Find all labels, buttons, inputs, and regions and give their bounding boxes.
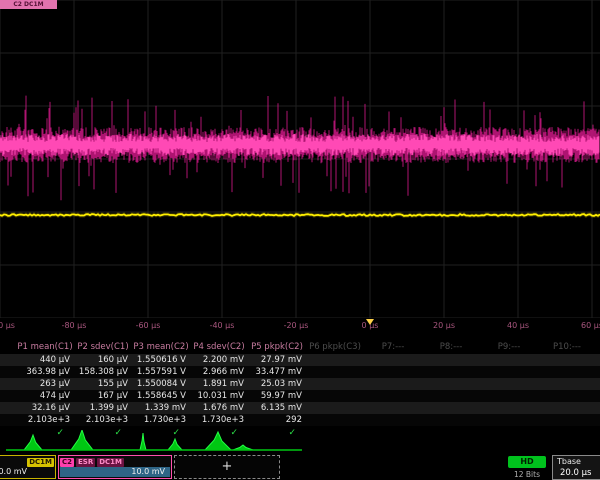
plus-icon: +	[222, 459, 233, 474]
measure-value-cell: 1.730e+3	[190, 414, 244, 426]
trace-label-badge[interactable]: C2 DC1M	[0, 0, 57, 9]
c1-scale-value: 10.0 mV	[0, 467, 27, 477]
time-axis: -100 µs-80 µs-60 µs-40 µs-20 µs0 µs20 µs…	[0, 318, 600, 334]
oscilloscope-screen: C2 DC1M -100 µs-80 µs-60 µs-40 µs-20 µs0…	[0, 0, 600, 480]
measure-header-cell[interactable]: P2 sdev(C1)	[74, 341, 132, 353]
measure-header-cell[interactable]: P1 mean(C1)	[16, 341, 74, 353]
add-trace-button[interactable]: +	[174, 455, 280, 479]
c2-descriptor-box[interactable]: C2 ESR DC1M 10.0 mV	[58, 455, 172, 479]
measure-value-cell: 167 µV	[74, 390, 128, 402]
grid-svg	[0, 0, 600, 318]
measure-header-cell[interactable]: P10:---	[538, 341, 596, 353]
measure-table: P1 mean(C1)P2 sdev(C1)P3 mean(C2)P4 sdev…	[0, 341, 600, 435]
timebase-box[interactable]: Tbase 20.0 µs	[552, 455, 600, 480]
measure-value-cell: 25.03 mV	[248, 378, 302, 390]
time-tick: -40 µs	[210, 321, 235, 330]
measure-value-cell: 1.730e+3	[132, 414, 186, 426]
measure-value-cell: 292	[248, 414, 302, 426]
measure-header-cell[interactable]: P9:---	[480, 341, 538, 353]
measure-header-cell[interactable]: P5 pkpk(C2)	[248, 341, 306, 353]
measure-value-cell: 2.966 mV	[190, 366, 244, 378]
measure-value-cell: 474 µV	[16, 390, 70, 402]
c2-scale-value: 10.0 mV	[60, 467, 170, 477]
measure-header-cell[interactable]: P4 sdev(C2)	[190, 341, 248, 353]
measure-value-cell: 263 µV	[16, 378, 70, 390]
measure-value-cell: 59.97 mV	[248, 390, 302, 402]
measure-value-cell: 1.557591 V	[132, 366, 186, 378]
c2-channel-badge: C2	[60, 458, 74, 467]
measure-value-cell: 1.550084 V	[132, 378, 186, 390]
time-tick: 20 µs	[433, 321, 455, 330]
measure-value-cell: 2.200 mV	[190, 354, 244, 366]
timebase-label: Tbase	[557, 457, 581, 466]
time-tick: -20 µs	[284, 321, 309, 330]
measure-value-cell: 27.97 mV	[248, 354, 302, 366]
measure-header-cell[interactable]: P6 pkpk(C3)	[306, 341, 364, 353]
measure-value-cell: 1.399 µV	[74, 402, 128, 414]
measure-value-cell: 32.16 µV	[16, 402, 70, 414]
descriptor-bar: DC1M 10.0 mV C2 ESR DC1M 10.0 mV + HD 12…	[0, 455, 600, 480]
histicon-svg	[0, 430, 600, 454]
measure-value-cell: 2.103e+3	[74, 414, 128, 426]
measure-value-cell: 440 µV	[16, 354, 70, 366]
measure-value-cell: 2.103e+3	[16, 414, 70, 426]
measure-value-cell: 158.308 µV	[74, 366, 128, 378]
measure-value-cell: 1.550616 V	[132, 354, 186, 366]
time-tick: 60 µs	[581, 321, 600, 330]
measure-header-cell[interactable]: P8:---	[422, 341, 480, 353]
c1-coupling-badge: DC1M	[27, 458, 54, 467]
measure-header-cell[interactable]: P7:---	[364, 341, 422, 353]
time-tick: -100 µs	[0, 321, 15, 330]
time-tick: 40 µs	[507, 321, 529, 330]
timebase-value: 20.0 µs	[560, 468, 591, 478]
measure-value-cell: 155 µV	[74, 378, 128, 390]
trigger-position-marker[interactable]	[366, 319, 374, 325]
c2-eres-badge: ESR	[76, 458, 95, 467]
waveform-grid	[0, 0, 600, 318]
measure-value-cell: 1.558645 V	[132, 390, 186, 402]
hd-badge: HD	[508, 456, 546, 468]
measure-value-cell: 10.031 mV	[190, 390, 244, 402]
c2-coupling-badge: DC1M	[97, 458, 124, 467]
histicon-strip	[0, 430, 600, 454]
measure-value-cell: 160 µV	[74, 354, 128, 366]
measure-value-cell: 1.676 mV	[190, 402, 244, 414]
measure-value-cell: 1.891 mV	[190, 378, 244, 390]
c1-descriptor-box[interactable]: DC1M 10.0 mV	[0, 455, 56, 479]
measure-value-cell: 363.98 µV	[16, 366, 70, 378]
measure-value-cell: 33.477 mV	[248, 366, 302, 378]
measure-header-cell[interactable]: P3 mean(C2)	[132, 341, 190, 353]
measure-value-cell: 1.339 mV	[132, 402, 186, 414]
time-tick: -80 µs	[62, 321, 87, 330]
measure-value-cell: 6.135 mV	[248, 402, 302, 414]
time-tick: -60 µs	[136, 321, 161, 330]
adc-bits-label: 12 Bits	[504, 470, 550, 479]
